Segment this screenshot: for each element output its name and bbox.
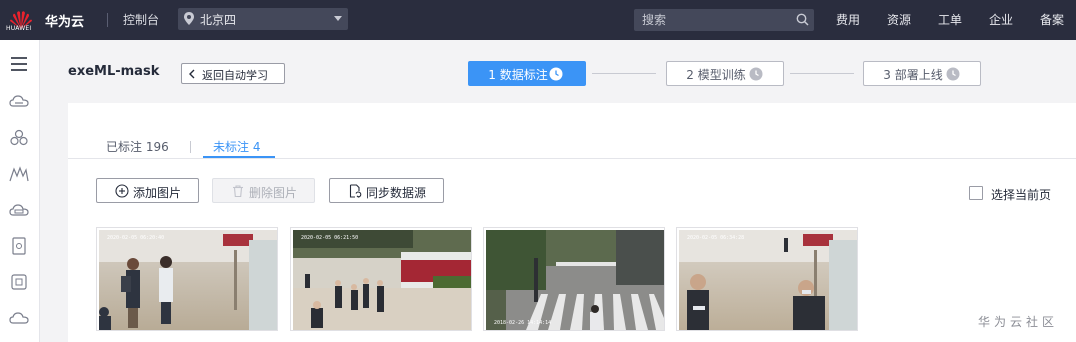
select-current-page-checkbox[interactable] xyxy=(969,186,983,200)
nav-resources[interactable]: 资源 xyxy=(887,11,911,28)
doc-icon[interactable] xyxy=(9,236,29,256)
image-thumbnail[interactable]: 2020-02-05 06:21:50 xyxy=(290,227,472,331)
delete-image-label: 删除图片 xyxy=(249,186,298,200)
cloud-icon[interactable] xyxy=(9,308,29,328)
back-to-automl-button[interactable]: 返回自动学习 xyxy=(181,63,285,84)
sync-data-source-button[interactable]: 同步数据源 xyxy=(329,178,444,203)
search-input[interactable] xyxy=(634,9,784,31)
page-title: exeML-mask xyxy=(68,64,160,79)
add-image-label: 添加图片 xyxy=(133,186,182,200)
nav-billing[interactable]: 费用 xyxy=(836,11,860,28)
step-data-labeling[interactable]: 1 数据标注 xyxy=(468,61,586,86)
step-deploy[interactable]: 3 部署上线 xyxy=(863,61,981,86)
topbar-divider xyxy=(107,13,108,27)
menu-icon[interactable] xyxy=(9,54,29,74)
plus-circle-icon xyxy=(115,184,129,198)
clock-icon xyxy=(749,67,763,81)
tab-unlabeled[interactable]: 未标注 4 xyxy=(213,138,260,155)
cluster-icon[interactable] xyxy=(9,128,29,148)
back-label: 返回自动学习 xyxy=(202,69,268,82)
location-pin-icon xyxy=(184,12,194,25)
image-timestamp: 2018-02-26 14:14:14 xyxy=(494,320,552,326)
mountains-icon[interactable] xyxy=(9,164,29,184)
nav-tickets[interactable]: 工单 xyxy=(938,11,962,28)
chip-icon[interactable] xyxy=(9,272,29,292)
top-bar: HUAWEI 华为云 控制台 北京四 费用 资源 工单 企业 备案 xyxy=(0,0,1076,40)
step-label: 2 模型训练 xyxy=(686,68,746,82)
step-model-training[interactable]: 2 模型训练 xyxy=(666,61,784,86)
sync-data-source-label: 同步数据源 xyxy=(366,186,427,200)
clock-icon xyxy=(549,67,563,81)
step-connector xyxy=(592,73,656,74)
nav-filing[interactable]: 备案 xyxy=(1040,11,1064,28)
tab-labeled[interactable]: 已标注 196 xyxy=(106,138,169,155)
add-image-button[interactable]: 添加图片 xyxy=(96,178,199,203)
step-label: 3 部署上线 xyxy=(883,68,943,82)
station-hall-masks-photo xyxy=(679,230,857,330)
sidebar xyxy=(0,40,40,342)
image-timestamp: 2020-02-05 06:34:28 xyxy=(687,235,745,241)
image-thumbnail[interactable]: 2018-02-26 14:14:14 xyxy=(483,227,665,331)
trash-icon xyxy=(233,185,243,198)
region-label: 北京四 xyxy=(200,13,237,27)
step-connector xyxy=(790,73,854,74)
region-select[interactable]: 北京四 xyxy=(178,8,348,30)
step-label: 1 数据标注 xyxy=(488,68,548,82)
sync-doc-icon xyxy=(349,184,362,198)
image-thumbnail[interactable]: 2020-02-05 06:34:28 xyxy=(676,227,858,331)
console-link[interactable]: 控制台 xyxy=(123,11,159,28)
tab-divider xyxy=(68,158,1076,159)
delete-image-button[interactable]: 删除图片 xyxy=(212,178,315,203)
cloud-disk-icon[interactable] xyxy=(9,200,29,220)
cloud-server-icon[interactable] xyxy=(9,92,29,112)
caret-down-icon xyxy=(334,16,342,21)
logo-wordmark: HUAWEI xyxy=(6,25,32,32)
station-hall-photo xyxy=(99,230,277,330)
tab-separator xyxy=(190,141,191,153)
gate-crosswalk-photo xyxy=(486,230,664,330)
square-crowd-photo xyxy=(293,230,471,330)
image-thumbnail[interactable]: 2020-02-05 06:20:40 xyxy=(96,227,278,331)
image-timestamp: 2020-02-05 06:21:50 xyxy=(301,235,359,241)
nav-enterprise[interactable]: 企业 xyxy=(989,11,1013,28)
image-timestamp: 2020-02-05 06:20:40 xyxy=(107,235,165,241)
search-box xyxy=(634,9,814,31)
chevron-left-icon xyxy=(189,69,195,79)
select-current-page-label: 选择当前页 xyxy=(991,188,1052,202)
clock-icon xyxy=(946,67,960,81)
search-icon[interactable] xyxy=(796,13,809,26)
brand-name[interactable]: 华为云 xyxy=(45,11,84,30)
watermark: 华为云社区 xyxy=(978,315,1059,329)
